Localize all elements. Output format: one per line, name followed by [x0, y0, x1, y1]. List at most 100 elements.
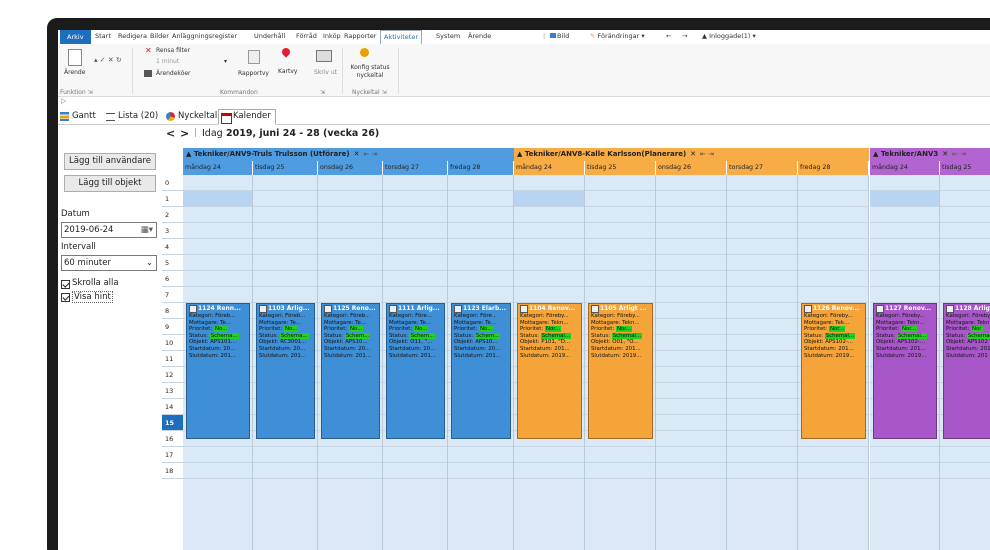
time-slot[interactable] — [798, 223, 868, 239]
time-slot[interactable] — [656, 287, 726, 303]
time-slot[interactable] — [183, 447, 252, 463]
work-order-card[interactable]: 1127 Renov... Kategori: Föreby... Mottagar… — [873, 303, 937, 439]
interval-select[interactable]: 60 minuter ⌄ — [61, 255, 157, 271]
rensa-filter-button[interactable]: Rensa filter — [156, 47, 190, 54]
work-order-card[interactable]: 1125 Reno... Kategori: Föreb... Mottagare:… — [321, 303, 380, 439]
close-icon[interactable]: ✕ — [942, 150, 948, 158]
work-order-card[interactable]: 1124 Renn... Kategori: Föreb... Mottagare:… — [186, 303, 250, 439]
time-slot[interactable] — [183, 191, 252, 207]
time-slot[interactable] — [253, 207, 317, 223]
time-slot[interactable] — [727, 239, 797, 255]
collapse-icon[interactable]: ⇤ ⇥ — [952, 150, 966, 158]
time-slot[interactable] — [727, 367, 797, 383]
menu-arende[interactable]: Ärende — [468, 32, 491, 40]
time-slot[interactable] — [183, 287, 252, 303]
dropdown-arrow-icon[interactable]: ▾ — [224, 58, 227, 65]
expand-arrow-icon[interactable]: ▷ — [61, 97, 66, 105]
tab-gantt[interactable]: Gantt — [58, 110, 100, 123]
time-slot[interactable] — [727, 303, 797, 319]
time-slot[interactable] — [727, 447, 797, 463]
time-slot[interactable] — [656, 255, 726, 271]
time-slot[interactable] — [183, 255, 252, 271]
time-slot[interactable] — [727, 415, 797, 431]
time-slot[interactable] — [585, 463, 655, 479]
time-slot[interactable] — [383, 239, 447, 255]
date-picker[interactable]: 2019-06-24 ▦▾ — [61, 222, 157, 238]
time-slot[interactable] — [940, 191, 990, 207]
time-slot[interactable] — [798, 287, 868, 303]
time-slot[interactable] — [253, 255, 317, 271]
time-slot[interactable] — [383, 287, 447, 303]
time-slot[interactable] — [940, 223, 990, 239]
time-slot[interactable] — [656, 447, 726, 463]
time-slot[interactable] — [870, 175, 939, 191]
logged-in-button[interactable]: ▲ Inloggade(1) ▾ — [702, 32, 756, 40]
time-slot[interactable] — [656, 207, 726, 223]
time-slot[interactable] — [798, 207, 868, 223]
time-slot[interactable] — [870, 255, 939, 271]
time-slot[interactable] — [656, 223, 726, 239]
menu-redigera[interactable]: Redigera — [118, 32, 147, 40]
time-slot[interactable] — [318, 239, 382, 255]
menu-arkiv[interactable]: Arkiv — [60, 30, 91, 44]
time-slot[interactable] — [183, 463, 252, 479]
time-slot[interactable] — [656, 319, 726, 335]
time-slot[interactable] — [656, 415, 726, 431]
time-slot[interactable] — [448, 287, 513, 303]
time-slot[interactable] — [585, 223, 655, 239]
time-slot[interactable] — [585, 287, 655, 303]
time-slot[interactable] — [940, 175, 990, 191]
rapportvy-button[interactable]: Rapportvy — [238, 70, 269, 77]
work-order-card[interactable]: 1104 Renov... Kategori: Föreby... Mottagar… — [517, 303, 582, 439]
time-slot[interactable] — [940, 255, 990, 271]
time-slot[interactable] — [253, 447, 317, 463]
time-slot[interactable] — [656, 399, 726, 415]
close-icon[interactable]: ✕ — [354, 150, 360, 158]
resource-header[interactable]: ▲ Tekniker/ANV3 ✕ ⇤ ⇥ — [870, 148, 990, 161]
konfig-button[interactable]: Konfig status nyckeltal — [350, 64, 390, 80]
image-button[interactable]: Bild — [550, 32, 569, 40]
changes-button[interactable]: ✎ Förändringar ▾ — [590, 32, 645, 40]
arendekoer-button[interactable]: Ärendeköer — [156, 70, 191, 77]
time-slot[interactable] — [253, 191, 317, 207]
time-slot[interactable] — [798, 447, 868, 463]
time-slot[interactable] — [798, 271, 868, 287]
time-slot[interactable] — [448, 447, 513, 463]
time-slot[interactable] — [383, 207, 447, 223]
time-slot[interactable] — [940, 447, 990, 463]
time-slot[interactable] — [585, 191, 655, 207]
time-slot[interactable] — [656, 175, 726, 191]
time-slot[interactable] — [383, 175, 447, 191]
time-slot[interactable] — [183, 207, 252, 223]
time-slot[interactable] — [318, 271, 382, 287]
time-slot[interactable] — [253, 239, 317, 255]
menu-system[interactable]: System — [436, 32, 460, 40]
time-slot[interactable] — [656, 191, 726, 207]
time-slot[interactable] — [183, 239, 252, 255]
time-slot[interactable] — [798, 463, 868, 479]
nav-arrows-icon[interactable]: ▴ ✓ ✕ ↻ — [94, 56, 122, 64]
next-week-icon[interactable]: > — [180, 127, 189, 140]
time-slot[interactable] — [318, 463, 382, 479]
time-slot[interactable] — [514, 287, 584, 303]
time-slot[interactable] — [383, 191, 447, 207]
tab-nyckeltal[interactable]: Nyckeltal — [164, 110, 221, 123]
time-slot[interactable] — [656, 335, 726, 351]
one-minute-label[interactable]: 1 minut — [156, 58, 179, 65]
work-order-card[interactable]: 1111 Årlig... Kategori: Före... Mottagare:… — [386, 303, 445, 439]
previous-week-icon[interactable]: < — [166, 127, 175, 140]
time-slot[interactable] — [448, 463, 513, 479]
add-user-button[interactable]: Lägg till användare — [64, 153, 156, 170]
time-slot[interactable] — [253, 287, 317, 303]
time-slot[interactable] — [656, 383, 726, 399]
time-slot[interactable] — [656, 431, 726, 447]
time-slot[interactable] — [727, 399, 797, 415]
time-slot[interactable] — [798, 255, 868, 271]
time-slot[interactable] — [656, 271, 726, 287]
time-slot[interactable] — [514, 207, 584, 223]
time-slot[interactable] — [727, 431, 797, 447]
time-slot[interactable] — [656, 239, 726, 255]
time-slot[interactable] — [383, 255, 447, 271]
resource-header[interactable]: ▲ Tekniker/ANV9-Truls Trulsson (Utförare… — [183, 148, 514, 161]
time-slot[interactable] — [656, 351, 726, 367]
